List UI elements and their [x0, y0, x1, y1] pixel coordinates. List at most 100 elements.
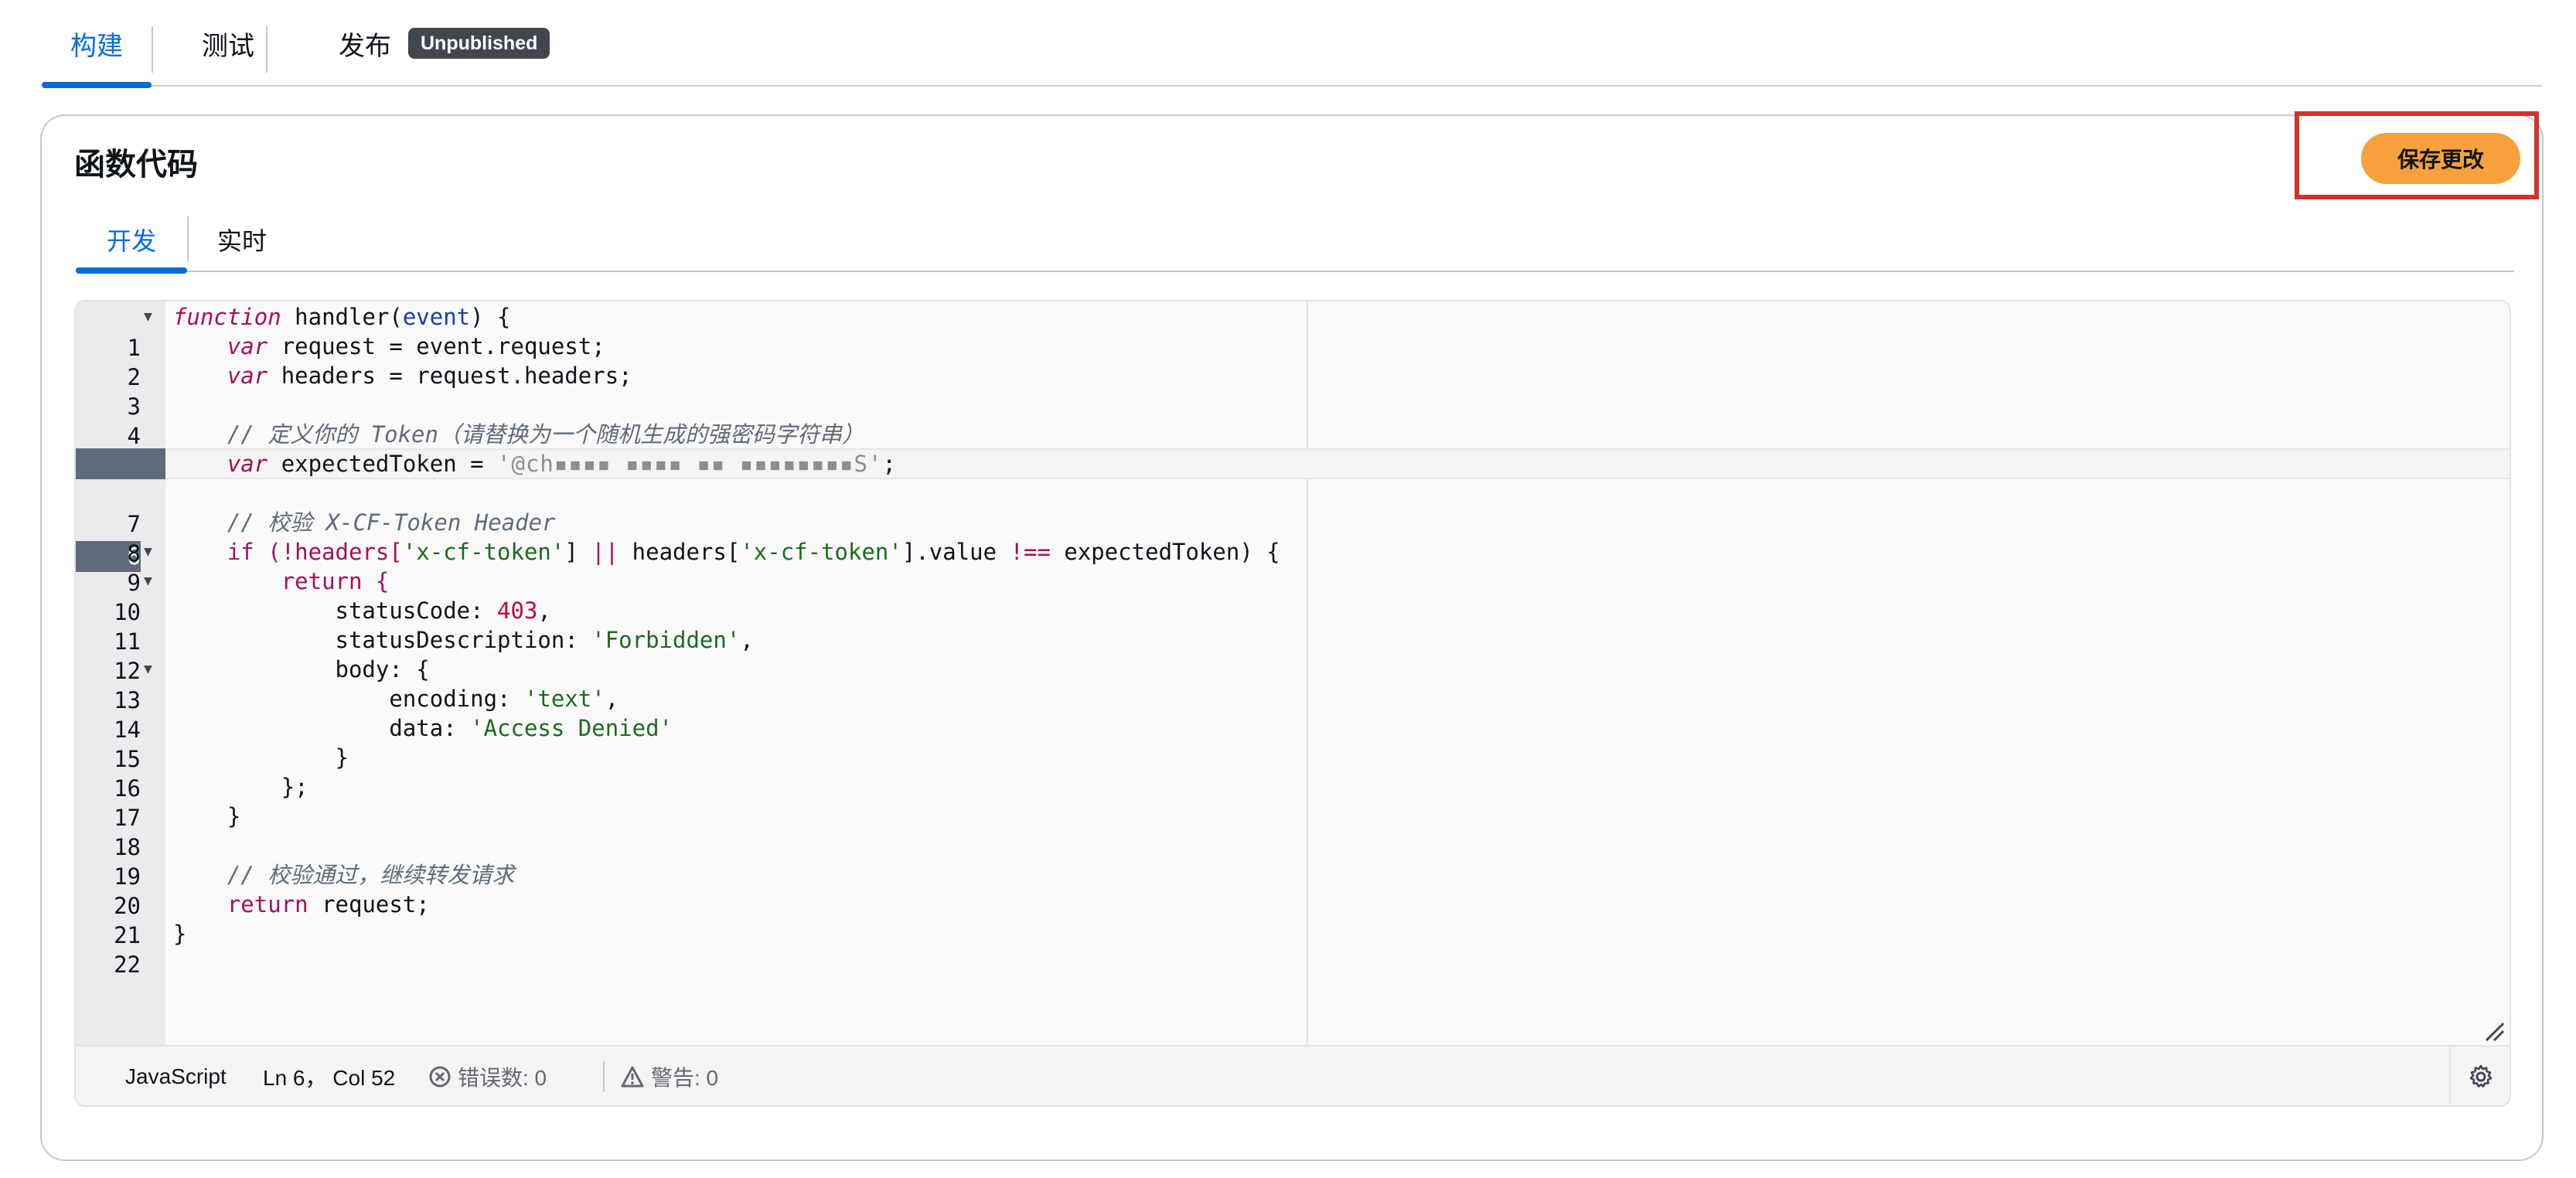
code-token: handler(	[281, 304, 403, 330]
code-editor[interactable]: 1 ▼ function handler(event) { 2 var requ…	[74, 300, 2511, 1107]
code-line: 5 // 定义你的 Token（请替换为一个随机生成的强密码字符串）	[76, 419, 2510, 478]
warning-count-label: 警告: 0	[651, 1066, 719, 1090]
code-line: 8 // 校验 X-CF-Token Header	[76, 507, 2510, 567]
code-token: }	[173, 921, 187, 947]
warning-triangle-icon	[621, 1066, 644, 1088]
code-token: 'x-cf-token'	[740, 539, 902, 565]
code-token: ]	[564, 539, 592, 565]
tab-development[interactable]: 开发	[76, 207, 187, 274]
code-token: ,	[605, 686, 619, 712]
tab-divider	[266, 26, 267, 73]
code-token: 'Access Denied'	[470, 715, 673, 741]
error-circle-icon	[429, 1066, 451, 1088]
fold-toggle-icon[interactable]: ▼	[144, 536, 152, 567]
code-token: expectedToken =	[267, 451, 498, 477]
code-line: 19	[76, 830, 2510, 890]
code-line: 1 ▼ function handler(event) {	[76, 301, 2510, 361]
fold-toggle-icon[interactable]: ▼	[144, 654, 152, 685]
code-token: return	[227, 891, 308, 918]
code-token: ||	[591, 539, 619, 565]
code-line-current: 6 var expectedToken = '@ch▪▪▪▪ ▪▪▪▪ ▪▪ ▪…	[76, 448, 2510, 572]
language-indicator: JavaScript	[125, 1064, 227, 1088]
code-line: 9 ▼ if (!headers['x-cf-token'] || header…	[76, 536, 2510, 596]
code-comment: // 校验通过，继续转发请求	[227, 862, 515, 888]
code-line: 21 return request;	[76, 889, 2510, 948]
code-token: event	[402, 304, 471, 330]
tab-test[interactable]: 测试	[178, 0, 278, 87]
tab-publish[interactable]: 发布 Unpublished	[300, 0, 563, 87]
tab-live[interactable]: 实时	[192, 207, 292, 272]
code-token: body: {	[335, 656, 430, 683]
resize-handle-icon[interactable]	[2483, 1020, 2505, 1042]
code-token: statusDescription:	[335, 627, 592, 653]
tab-development-label: 开发	[106, 227, 156, 255]
code-token: ,	[740, 627, 754, 653]
fold-toggle-icon[interactable]: ▼	[144, 301, 152, 332]
tab-live-label: 实时	[216, 227, 267, 255]
line-number: 22	[114, 952, 141, 978]
editor-settings-button[interactable]	[2449, 1047, 2510, 1105]
status-divider	[603, 1061, 605, 1092]
code-token: var	[227, 363, 268, 389]
code-line: 4	[76, 390, 2510, 449]
code-token: request;	[308, 891, 430, 918]
tab-build-label: 构建	[70, 31, 123, 61]
code-comment: // 校验 X-CF-Token Header	[227, 509, 556, 536]
code-line: 14 encoding: 'text',	[76, 683, 2510, 743]
code-token: statusCode:	[335, 598, 498, 624]
code-token: };	[281, 774, 308, 800]
cursor-position: Ln 6， Col 52	[263, 1066, 396, 1090]
gear-icon	[2469, 1064, 2493, 1088]
code-line: 16 }	[76, 742, 2510, 802]
code-line: 18 }	[76, 801, 2510, 860]
panel-title: 函数代码	[74, 148, 198, 182]
code-token: var	[227, 333, 268, 359]
tab-build[interactable]: 构建	[42, 0, 152, 88]
code-token: headers[	[618, 539, 741, 565]
code-line: 15 data: 'Access Denied'	[76, 713, 2510, 772]
code-line: 22 }	[76, 918, 2510, 978]
code-token: }	[227, 803, 241, 829]
code-line: 13 ▼ body: {	[76, 654, 2510, 713]
code-token: if (!headers[	[227, 539, 403, 565]
current-line-gutter	[76, 448, 165, 479]
code-token: 403	[497, 598, 538, 624]
tab-test-label: 测试	[202, 31, 254, 61]
code-token: ,	[537, 598, 551, 624]
code-token: 'text'	[523, 686, 605, 712]
code-line: 11 statusCode: 403,	[76, 595, 2510, 655]
code-token: encoding:	[389, 686, 524, 712]
code-line: 12 statusDescription: 'Forbidden',	[76, 625, 2510, 684]
code-line: 10 ▼ return {	[76, 566, 2510, 625]
code-line: 3 var headers = request.headers;	[76, 360, 2510, 420]
tab-divider	[152, 26, 153, 73]
code-token: ].value	[901, 539, 1010, 565]
unpublished-badge: Unpublished	[408, 28, 550, 59]
top-tab-bar: 构建 测试 发布 Unpublished	[42, 0, 2542, 88]
code-token: var	[227, 451, 268, 477]
code-token: 'Forbidden'	[591, 627, 741, 653]
code-token: 'x-cf-token'	[402, 539, 565, 565]
save-changes-button[interactable]: 保存更改	[2361, 133, 2520, 184]
code-line: 2 var request = event.request;	[76, 331, 2510, 390]
error-count[interactable]: 错误数: 0	[428, 1061, 547, 1092]
warning-count[interactable]: 警告: 0	[620, 1061, 718, 1092]
code-line: 17 };	[76, 771, 2510, 831]
code-token: request = event.request;	[267, 333, 605, 359]
function-code-panel: 函数代码 保存更改 开发 实时 1 ▼ function handler(eve…	[40, 111, 2544, 1161]
fold-toggle-icon[interactable]: ▼	[144, 566, 152, 597]
code-token: headers = request.headers;	[267, 363, 632, 389]
code-line: 7	[76, 478, 2510, 537]
tab-publish-label: 发布	[339, 31, 391, 61]
code-token: ;	[882, 451, 896, 477]
code-token: ) {	[470, 304, 511, 330]
code-token: expectedToken) {	[1050, 539, 1280, 565]
redacted-token-string: '@ch▪▪▪▪ ▪▪▪▪ ▪▪ ▪▪▪▪▪▪▪▪S'	[497, 451, 883, 477]
code-token: function	[173, 304, 281, 330]
code-token: data:	[389, 715, 471, 741]
code-token: !==	[1010, 539, 1051, 565]
code-token: }	[335, 744, 349, 771]
code-token: return {	[281, 568, 390, 594]
error-count-label: 错误数: 0	[458, 1066, 547, 1090]
tab-divider	[187, 216, 189, 261]
